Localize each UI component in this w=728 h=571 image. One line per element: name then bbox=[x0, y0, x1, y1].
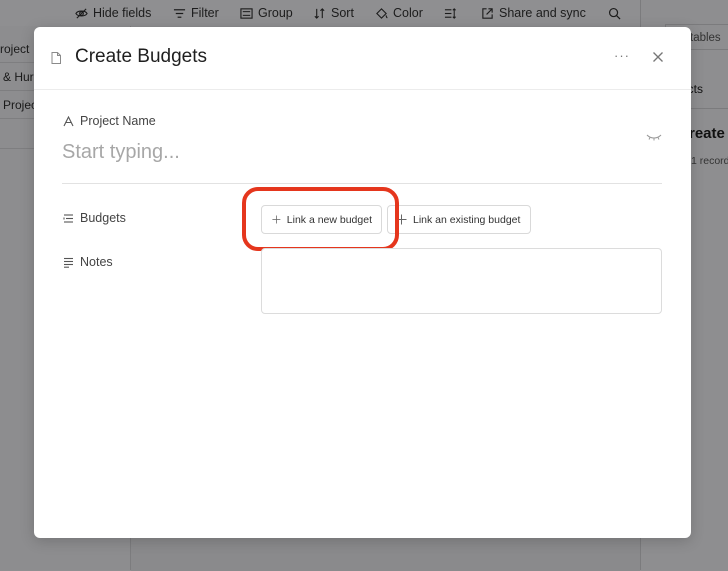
content-area bbox=[131, 537, 640, 571]
hide-fields-button[interactable]: Hide fields bbox=[75, 6, 151, 20]
link-new-budget-button[interactable]: Link a new budget bbox=[261, 205, 382, 234]
record-modal: Create Budgets ··· Project Name Budgets … bbox=[34, 27, 691, 538]
modal-title: Create Budgets bbox=[75, 46, 208, 67]
project-name-label-text: Project Name bbox=[80, 114, 156, 128]
budgets-label: Budgets bbox=[63, 211, 126, 225]
filter-button[interactable]: Filter bbox=[173, 6, 219, 20]
external-link-icon bbox=[482, 7, 493, 19]
record-count: 1 record bbox=[691, 155, 728, 167]
group-label: Group bbox=[258, 6, 293, 20]
project-name-label: Project Name bbox=[63, 114, 156, 128]
group-button[interactable]: Group bbox=[240, 6, 293, 20]
row-height-icon bbox=[444, 7, 456, 19]
plus-icon bbox=[272, 215, 281, 224]
close-icon[interactable] bbox=[650, 49, 666, 65]
share-sync-button[interactable]: Share and sync bbox=[481, 6, 586, 20]
hide-fields-label: Hide fields bbox=[93, 6, 152, 20]
section-divider bbox=[62, 183, 662, 184]
row-height-button[interactable] bbox=[444, 6, 457, 20]
eye-slash-icon bbox=[75, 7, 88, 19]
budgets-label-text: Budgets bbox=[80, 211, 126, 225]
view-toolbar: Hide fields Filter Group Sort Color Shar… bbox=[0, 0, 640, 26]
notes-label-text: Notes bbox=[80, 255, 113, 269]
filter-label: Filter bbox=[191, 6, 219, 20]
linked-record-icon bbox=[63, 213, 73, 223]
hidden-field-icon[interactable] bbox=[646, 130, 662, 142]
group-icon bbox=[240, 7, 253, 19]
project-name-input[interactable] bbox=[62, 138, 622, 166]
share-sync-label: Share and sync bbox=[499, 6, 586, 20]
long-text-icon bbox=[64, 257, 73, 268]
notes-label: Notes bbox=[63, 255, 113, 269]
sort-label: Sort bbox=[331, 6, 354, 20]
document-icon bbox=[51, 52, 61, 64]
panel-title: reate bbox=[689, 125, 725, 142]
sort-icon bbox=[314, 7, 325, 19]
search-icon bbox=[608, 7, 621, 19]
paint-bucket-icon bbox=[376, 7, 388, 19]
more-options-button[interactable]: ··· bbox=[612, 49, 632, 65]
notes-textarea[interactable] bbox=[261, 248, 662, 314]
modal-header: Create Budgets ··· bbox=[34, 27, 691, 90]
link-existing-budget-button[interactable]: Link an existing budget bbox=[387, 205, 531, 234]
link-new-budget-label: Link a new budget bbox=[286, 213, 372, 226]
sort-button[interactable]: Sort bbox=[313, 6, 354, 20]
text-field-icon bbox=[63, 115, 74, 126]
filter-icon bbox=[173, 8, 186, 18]
plus-icon bbox=[396, 214, 407, 225]
color-button[interactable]: Color bbox=[375, 6, 423, 20]
search-button[interactable] bbox=[608, 6, 621, 20]
link-existing-budget-label: Link an existing budget bbox=[413, 213, 521, 226]
color-label: Color bbox=[393, 6, 423, 20]
